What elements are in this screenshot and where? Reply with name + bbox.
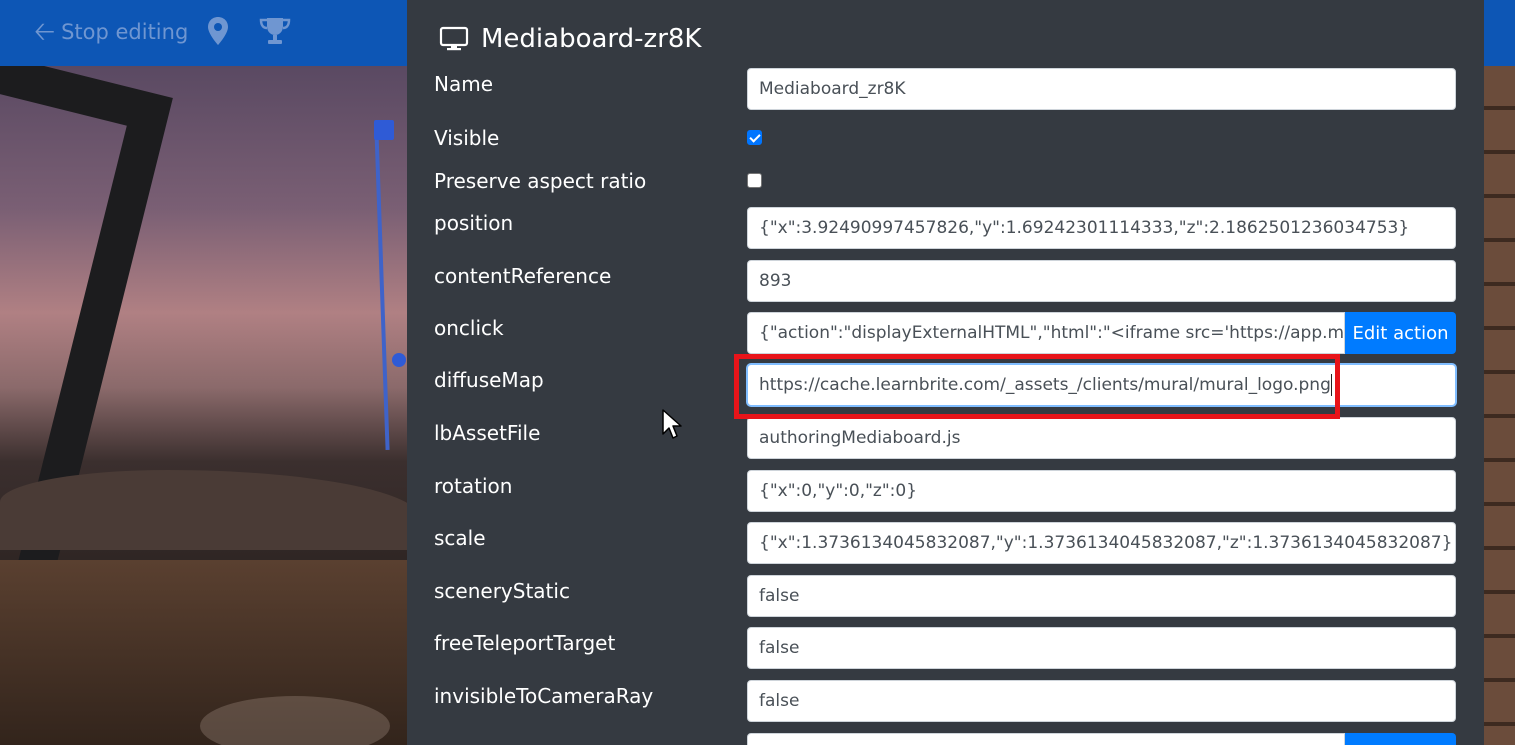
map-pin-icon[interactable] — [206, 16, 230, 46]
selection-gizmo-handle[interactable] — [374, 120, 394, 140]
position-row: position {"x":3.92490997457826,"y":1.692… — [407, 207, 1484, 249]
preserve-aspect-checkbox[interactable] — [747, 173, 762, 188]
free-teleport-target-row: freeTeleportTarget false — [407, 627, 1484, 669]
onclick-field[interactable]: {"action":"displayExternalHTML","html":"… — [747, 312, 1345, 354]
name-field[interactable]: Mediaboard_zr8K — [747, 68, 1456, 110]
diffuse-map-label: diffuseMap — [434, 368, 544, 392]
panel-title: Mediaboard-zr8K — [439, 20, 701, 58]
lb-asset-file-field[interactable]: authoringMediaboard.js — [747, 417, 1456, 459]
scene-hills — [0, 470, 420, 550]
preserve-aspect-row: Preserve aspect ratio — [407, 165, 1484, 207]
edit-action-button[interactable]: Edit action — [1345, 312, 1456, 354]
lb-asset-file-label: lbAssetFile — [434, 421, 541, 445]
free-teleport-target-field[interactable]: false — [747, 627, 1456, 669]
scale-row: scale {"x":1.3736134045832087,"y":1.3736… — [407, 522, 1484, 564]
scale-field[interactable]: {"x":1.3736134045832087,"y":1.3736134045… — [747, 522, 1456, 564]
visible-label: Visible — [434, 126, 500, 150]
stop-editing-button[interactable]: 🡠 Stop editing — [34, 16, 188, 48]
invisible-to-camera-ray-field[interactable]: false — [747, 680, 1456, 722]
mouse-cursor-icon — [662, 409, 682, 439]
position-label: position — [434, 211, 514, 235]
position-field[interactable]: {"x":3.92490997457826,"y":1.692423011143… — [747, 207, 1456, 249]
next-row-partial — [407, 733, 1484, 745]
scenery-static-label: sceneryStatic — [434, 579, 570, 603]
scenery-static-row: sceneryStatic false — [407, 575, 1484, 617]
content-reference-label: contentReference — [434, 264, 612, 288]
diffuse-map-field[interactable]: https://cache.learnbrite.com/_assets_/cl… — [747, 364, 1456, 406]
scale-label: scale — [434, 526, 486, 550]
rotation-row: rotation {"x":0,"y":0,"z":0} — [407, 470, 1484, 512]
arrow-left-icon: 🡠 — [34, 17, 56, 47]
diffuse-map-value: https://cache.learnbrite.com/_assets_/cl… — [759, 375, 1331, 395]
monitor-icon — [439, 26, 469, 51]
lb-asset-file-row: lbAssetFile authoringMediaboard.js — [407, 417, 1484, 459]
name-label: Name — [434, 72, 494, 96]
next-field-partial[interactable] — [747, 733, 1345, 745]
stop-editing-label: Stop editing — [61, 20, 189, 44]
visible-checkbox[interactable] — [747, 130, 762, 145]
rotation-label: rotation — [434, 474, 513, 498]
preserve-aspect-label: Preserve aspect ratio — [434, 169, 647, 193]
text-caret — [1330, 374, 1332, 396]
panel-title-text: Mediaboard-zr8K — [481, 24, 702, 54]
onclick-row: onclick {"action":"displayExternalHTML",… — [407, 312, 1484, 354]
invisible-to-camera-ray-label: invisibleToCameraRay — [434, 684, 654, 708]
selection-gizmo-edge — [374, 130, 390, 450]
rotation-field[interactable]: {"x":0,"y":0,"z":0} — [747, 470, 1456, 512]
free-teleport-target-label: freeTeleportTarget — [434, 631, 616, 655]
selection-gizmo-dot[interactable] — [392, 353, 406, 367]
content-reference-field[interactable]: 893 — [747, 260, 1456, 302]
invisible-to-camera-ray-row: invisibleToCameraRay false — [407, 680, 1484, 722]
properties-panel: Mediaboard-zr8K Name Mediaboard_zr8K Vis… — [407, 0, 1484, 745]
trophy-icon[interactable] — [258, 16, 292, 46]
onclick-label: onclick — [434, 316, 504, 340]
visible-row: Visible — [407, 122, 1484, 164]
content-reference-row: contentReference 893 — [407, 260, 1484, 302]
scenery-static-field[interactable]: false — [747, 575, 1456, 617]
next-button-partial[interactable] — [1345, 733, 1456, 745]
name-row: Name Mediaboard_zr8K — [407, 68, 1484, 110]
diffuse-map-row: diffuseMap https://cache.learnbrite.com/… — [407, 364, 1484, 406]
scene-wall-right — [1484, 66, 1515, 745]
